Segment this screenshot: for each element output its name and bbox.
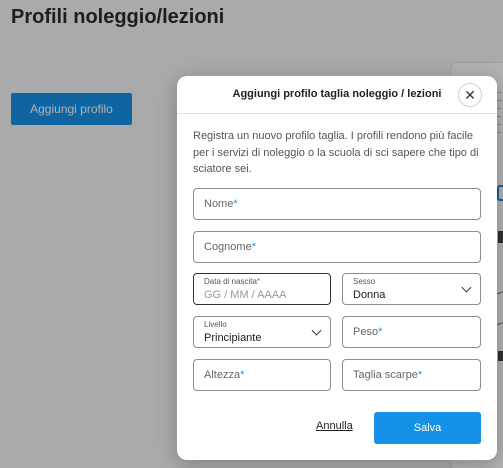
birth-date-field[interactable]: Data di nascita* GG / MM / AAAA	[193, 273, 331, 305]
peso-field[interactable]: Peso*	[342, 316, 481, 348]
shoe-size-field[interactable]: Taglia scarpe*	[342, 359, 481, 391]
required-mark: *	[378, 326, 383, 338]
altezza-field[interactable]: Altezza*	[193, 359, 331, 391]
add-profile-modal: Aggiungi profilo taglia noleggio / lezio…	[177, 76, 497, 460]
sesso-label: Sesso	[353, 277, 376, 286]
close-button[interactable]: ✕	[458, 83, 482, 107]
modal-header: Aggiungi profilo taglia noleggio / lezio…	[177, 76, 497, 114]
required-mark: *	[240, 369, 245, 381]
peso-label: Peso	[353, 326, 379, 338]
birth-date-placeholder: GG / MM / AAAA	[204, 289, 287, 301]
modal-description: Registra un nuovo profilo taglia. I prof…	[193, 130, 479, 175]
birth-date-label: Data di nascita	[204, 277, 257, 286]
livello-label: Livello	[204, 320, 227, 329]
save-button[interactable]: Salva	[374, 412, 481, 444]
chevron-down-icon	[461, 282, 472, 293]
close-icon: ✕	[464, 86, 476, 103]
livello-value: Principiante	[204, 332, 262, 344]
required-mark: *	[233, 198, 238, 210]
shoe-size-label: Taglia scarpe	[353, 369, 418, 381]
sesso-value: Donna	[353, 289, 386, 301]
required-mark: *	[256, 277, 261, 286]
chevron-down-icon	[311, 325, 322, 336]
required-mark: *	[417, 369, 423, 381]
required-mark: *	[251, 241, 256, 253]
nome-field[interactable]: Nome*	[193, 188, 481, 220]
cognome-field[interactable]: Cognome*	[193, 231, 481, 263]
altezza-label: Altezza	[204, 369, 241, 381]
livello-select[interactable]: Livello Principiante	[193, 316, 331, 348]
cognome-label: Cognome	[204, 241, 252, 253]
modal-title: Aggiungi profilo taglia noleggio / lezio…	[232, 88, 442, 100]
cancel-link[interactable]: Annulla	[316, 420, 353, 432]
sesso-select[interactable]: Sesso Donna	[342, 273, 481, 305]
nome-label: Nome	[204, 198, 234, 210]
